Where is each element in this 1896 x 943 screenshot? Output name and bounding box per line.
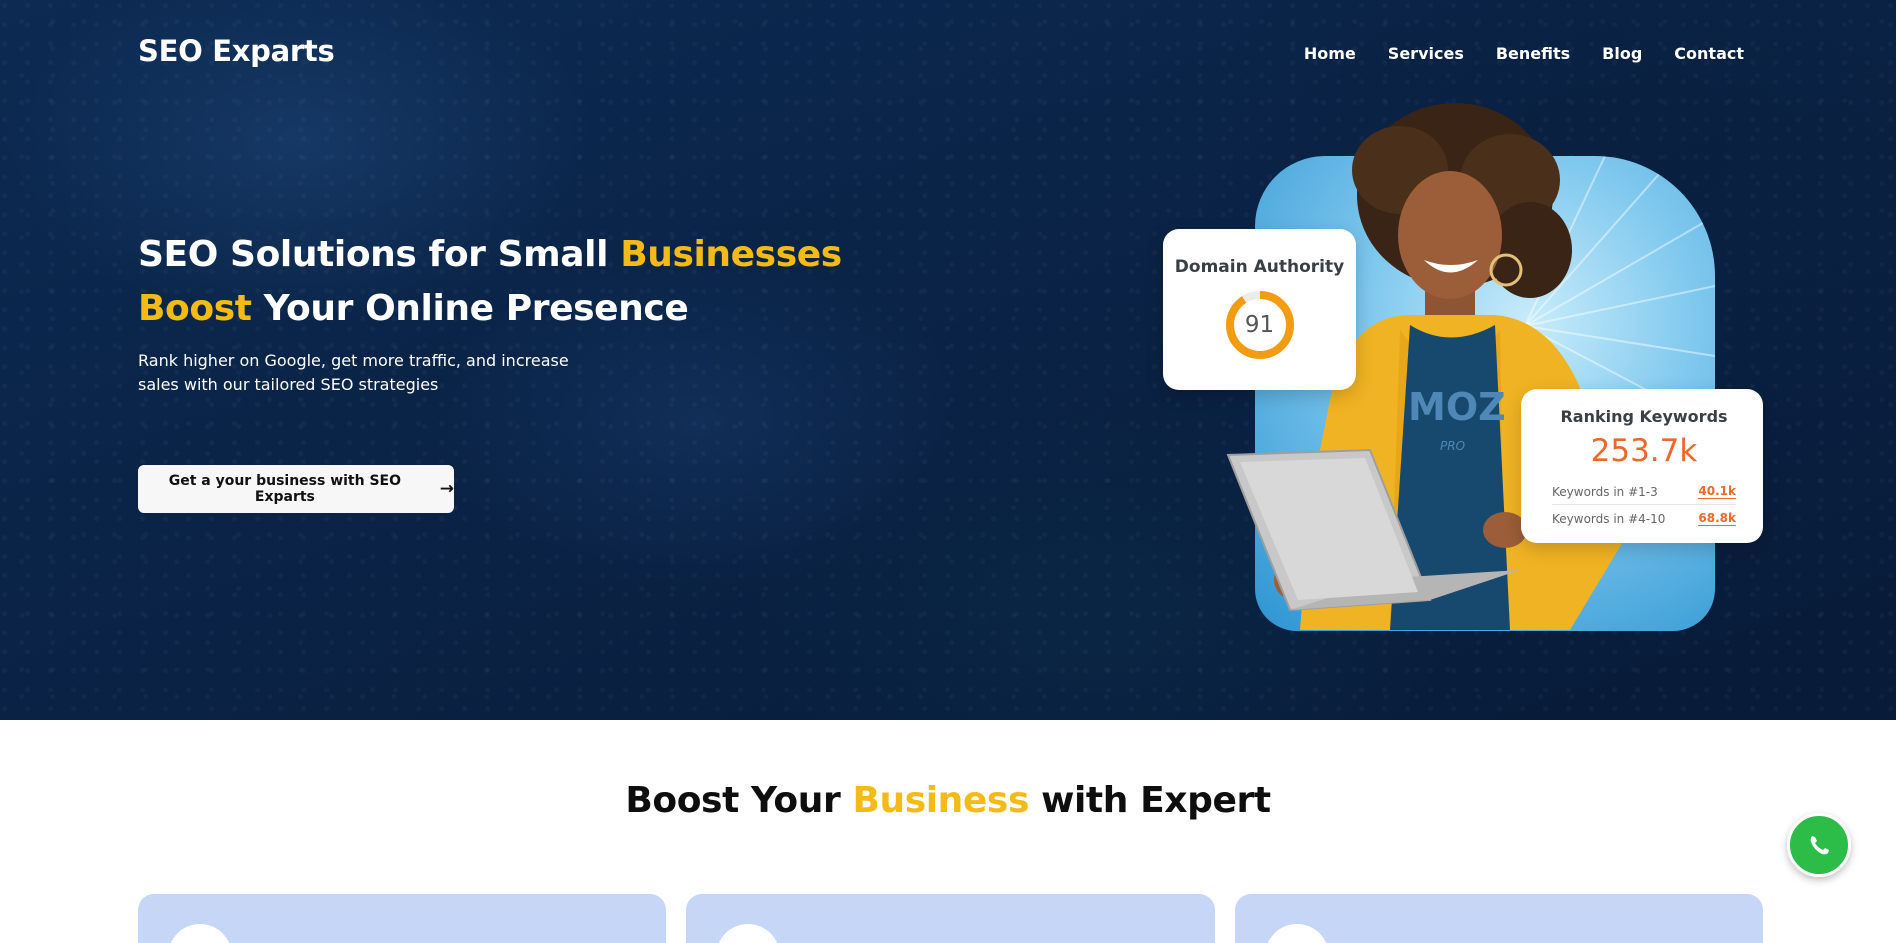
ranking-row-label: Keywords in #4-10: [1552, 511, 1666, 526]
domain-authority-card: Domain Authority 91: [1163, 229, 1356, 390]
whatsapp-button[interactable]: [1787, 813, 1851, 877]
service-card-icon-circle: [168, 924, 232, 943]
arrow-right-icon: →: [439, 478, 454, 499]
nav-benefits[interactable]: Benefits: [1496, 44, 1570, 63]
headline-highlight-2: Boost: [138, 288, 252, 329]
service-card[interactable]: [686, 894, 1215, 943]
headline-highlight-1: Businesses: [620, 234, 842, 275]
section-title-highlight: Business: [852, 780, 1029, 821]
service-card-icon-circle: [716, 924, 780, 943]
domain-authority-gauge: 91: [1224, 289, 1296, 361]
service-card[interactable]: [138, 894, 666, 943]
ranking-row: Keywords in #1-3 40.1k: [1552, 478, 1736, 504]
ranking-keywords-title: Ranking Keywords: [1560, 407, 1728, 426]
main-nav: Home Services Benefits Blog Contact: [1304, 44, 1744, 63]
section-title: Boost Your Business with Expert: [0, 780, 1896, 821]
ranking-row: Keywords in #4-10 68.8k: [1552, 504, 1736, 531]
nav-contact[interactable]: Contact: [1674, 44, 1744, 63]
service-card-icon-circle: [1265, 924, 1329, 943]
shirt-logo-subtext: PRO: [1440, 439, 1465, 453]
headline-text-1: SEO Solutions for Small: [138, 234, 621, 275]
service-card[interactable]: [1235, 894, 1763, 943]
section-title-text-2: with Expert: [1028, 780, 1271, 821]
cta-button[interactable]: Get a your business with SEO Exparts →: [138, 465, 454, 513]
headline-text-2: Your Online Presence: [251, 288, 689, 329]
ranking-row-value: 68.8k: [1698, 511, 1736, 526]
cta-label: Get a your business with SEO Exparts: [168, 473, 402, 505]
domain-authority-title: Domain Authority: [1174, 257, 1345, 277]
ranking-row-value: 40.1k: [1698, 484, 1736, 499]
hero-headline: SEO Solutions for Small Businesses Boost…: [138, 228, 842, 336]
section-title-text-1: Boost Your: [625, 780, 853, 821]
nav-services[interactable]: Services: [1388, 44, 1464, 63]
hero-subtext: Rank higher on Google, get more traffic,…: [138, 351, 569, 394]
ranking-row-label: Keywords in #1-3: [1552, 484, 1658, 499]
ranking-keywords-value: 253.7k: [1590, 433, 1698, 469]
ranking-keywords-card: Ranking Keywords 253.7k Keywords in #1-3…: [1521, 389, 1763, 543]
nav-blog[interactable]: Blog: [1602, 44, 1642, 63]
domain-authority-value: 91: [1244, 312, 1275, 338]
nav-home[interactable]: Home: [1304, 44, 1356, 63]
brand-logo[interactable]: SEO Exparts: [138, 34, 335, 68]
whatsapp-icon: [1810, 836, 1829, 855]
shirt-logo-text: MOZ: [1408, 385, 1506, 429]
